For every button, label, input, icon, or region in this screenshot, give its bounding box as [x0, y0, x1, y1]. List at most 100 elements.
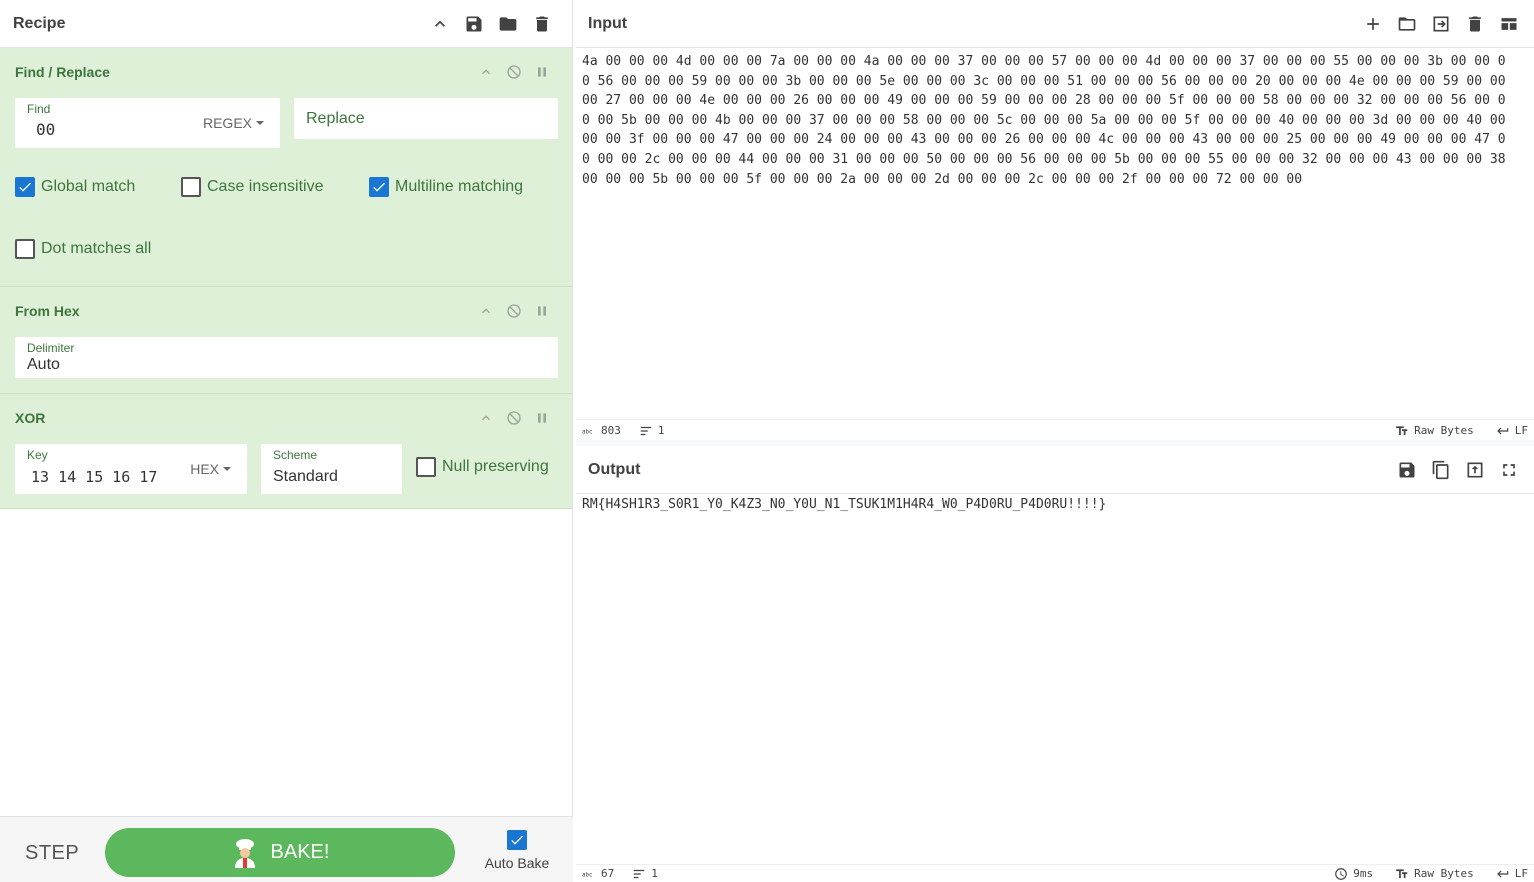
- breakpoint-pause-icon[interactable]: [528, 297, 556, 325]
- find-field[interactable]: Find 00 REGEX: [15, 98, 280, 148]
- input-lines-stat: 1: [639, 424, 665, 438]
- disable-operation-icon[interactable]: [500, 58, 528, 86]
- auto-bake-checkbox[interactable]: Auto Bake: [484, 830, 550, 871]
- dot-matches-all-checkbox[interactable]: Dot matches all: [15, 239, 151, 259]
- scheme-select[interactable]: Standard: [273, 468, 338, 486]
- input-status-bar: abc 803 1 Raw Bytes LF: [576, 419, 1534, 441]
- replace-input[interactable]: Replace: [306, 110, 365, 128]
- step-button[interactable]: STEP: [25, 842, 79, 865]
- bake-button[interactable]: BAKE!: [105, 828, 455, 877]
- find-label: Find: [27, 102, 51, 116]
- caret-down-icon: [256, 121, 264, 125]
- replace-input-with-output-icon[interactable]: [1458, 453, 1492, 487]
- svg-text:abc: abc: [582, 872, 593, 878]
- output-header: Output: [576, 446, 1534, 494]
- save-recipe-icon[interactable]: [457, 7, 491, 41]
- recipe-panel: Recipe Find / Replace Find 00 REGEX Repl…: [0, 0, 573, 882]
- minimise-chevron-icon[interactable]: [472, 404, 500, 432]
- return-icon: [1496, 870, 1508, 877]
- minimise-chevron-icon[interactable]: [472, 297, 500, 325]
- key-type-dropdown[interactable]: HEX: [190, 461, 231, 477]
- checkbox-unchecked-icon: [15, 239, 35, 259]
- minimise-chevron-icon[interactable]: [472, 58, 500, 86]
- input-lines: 1: [657, 424, 665, 437]
- text-format-icon: [1396, 425, 1408, 435]
- output-panel: Output RM{H4SH1R3_S0R1_Y0_K4Z3_N0_Y0U_N1…: [576, 446, 1534, 882]
- lines-icon: [634, 869, 645, 878]
- disable-operation-icon[interactable]: [500, 297, 528, 325]
- scheme-label: Scheme: [273, 448, 318, 462]
- clear-recipe-trash-icon[interactable]: [525, 7, 559, 41]
- output-length: 67: [601, 867, 615, 880]
- operation-from-hex: From Hex Delimiter Auto: [0, 287, 572, 394]
- open-file-folder-icon[interactable]: [1390, 7, 1424, 41]
- scheme-field[interactable]: Scheme Standard: [261, 444, 402, 494]
- output-eol-label: LF: [1514, 867, 1528, 880]
- multiline-matching-checkbox[interactable]: Multiline matching: [369, 177, 523, 197]
- text-format-icon: [1396, 868, 1408, 878]
- input-eol-label: LF: [1514, 424, 1528, 437]
- reset-layout-icon[interactable]: [1492, 7, 1526, 41]
- input-header: Input: [576, 0, 1534, 48]
- operation-find-replace: Find / Replace Find 00 REGEX Replace Glo…: [0, 48, 572, 287]
- input-encoding-label: Raw Bytes: [1414, 424, 1474, 437]
- bake-time: 9ms: [1353, 867, 1374, 880]
- delimiter-field[interactable]: Delimiter Auto: [15, 337, 558, 378]
- checkbox-unchecked-icon: [181, 177, 201, 197]
- svg-text:abc: abc: [582, 429, 593, 435]
- output-eol[interactable]: LF: [1496, 867, 1528, 881]
- disable-operation-icon[interactable]: [500, 404, 528, 432]
- output-status-bar: abc 67 1 9ms Raw Bytes LF: [576, 864, 1534, 882]
- key-field[interactable]: Key 13 14 15 16 17 HEX: [15, 444, 247, 494]
- find-input[interactable]: 00: [36, 120, 55, 139]
- output-lines: 1: [651, 867, 658, 880]
- case-insensitive-checkbox[interactable]: Case insensitive: [181, 177, 324, 197]
- breakpoint-pause-icon[interactable]: [528, 404, 556, 432]
- operation-xor: XOR Key 13 14 15 16 17 HEX Scheme Standa…: [0, 394, 572, 509]
- input-eol[interactable]: LF: [1496, 424, 1528, 438]
- delimiter-label: Delimiter: [27, 341, 75, 355]
- checkbox-label: Case insensitive: [207, 178, 324, 195]
- copy-output-icon[interactable]: [1424, 453, 1458, 487]
- breakpoint-pause-icon[interactable]: [528, 58, 556, 86]
- abc-icon: abc: [582, 872, 593, 878]
- null-preserving-checkbox[interactable]: Null preserving: [416, 457, 549, 477]
- load-recipe-folder-icon[interactable]: [491, 7, 525, 41]
- checkbox-label: Global match: [41, 178, 136, 195]
- replace-field[interactable]: Replace: [294, 98, 558, 139]
- lines-icon: [640, 426, 652, 435]
- checkbox-label: Null preserving: [442, 458, 549, 475]
- global-match-checkbox[interactable]: Global match: [15, 177, 135, 197]
- find-type-dropdown[interactable]: REGEX: [203, 115, 264, 131]
- checkbox-checked-icon: [507, 830, 527, 850]
- chef-icon: [234, 838, 255, 868]
- checkbox-label: Multiline matching: [395, 178, 524, 195]
- operation-title: Find / Replace: [15, 64, 110, 80]
- input-length-stat: abc 803: [582, 424, 621, 438]
- open-folder-input-icon[interactable]: [1424, 7, 1458, 41]
- maximise-fullscreen-icon[interactable]: [1492, 453, 1526, 487]
- checkbox-label: Dot matches all: [41, 240, 152, 257]
- checkbox-checked-icon: [369, 177, 389, 197]
- recipe-title: Recipe: [13, 14, 66, 32]
- key-type-label: HEX: [190, 461, 219, 477]
- key-label: Key: [27, 448, 48, 462]
- bake-label: BAKE!: [270, 841, 330, 863]
- delimiter-input[interactable]: Auto: [27, 356, 60, 374]
- operation-title: XOR: [15, 410, 46, 426]
- clear-input-trash-icon[interactable]: [1458, 7, 1492, 41]
- abc-icon: abc: [582, 429, 593, 435]
- caret-down-icon: [223, 467, 231, 471]
- output-title: Output: [588, 460, 641, 478]
- output-text[interactable]: RM{H4SH1R3_S0R1_Y0_K4Z3_N0_Y0U_N1_TSUK1M…: [582, 497, 1106, 512]
- collapse-all-icon[interactable]: [423, 7, 457, 41]
- add-tab-plus-icon[interactable]: [1356, 7, 1390, 41]
- return-icon: [1496, 427, 1508, 434]
- save-output-icon[interactable]: [1390, 453, 1424, 487]
- input-title: Input: [588, 14, 628, 32]
- key-input[interactable]: 13 14 15 16 17: [31, 468, 157, 486]
- checkbox-checked-icon: [15, 177, 35, 197]
- output-encoding[interactable]: Raw Bytes: [1395, 867, 1474, 881]
- input-encoding[interactable]: Raw Bytes: [1395, 424, 1474, 438]
- input-textarea[interactable]: 4a 00 00 00 4d 00 00 00 7a 00 00 00 4a 0…: [582, 52, 1512, 189]
